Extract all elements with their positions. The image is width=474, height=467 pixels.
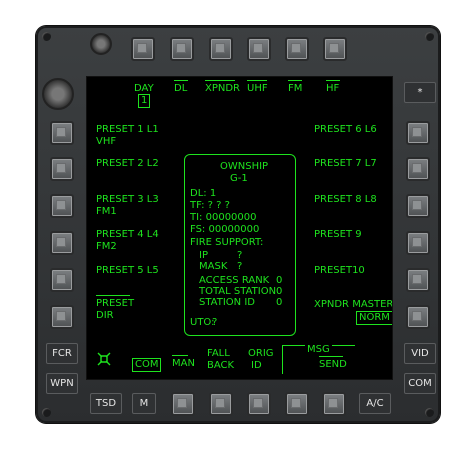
- preset-8-label[interactable]: PRESET 8 L8: [314, 194, 377, 206]
- send-label[interactable]: SEND: [319, 359, 347, 371]
- com-mode-badge[interactable]: COM: [132, 358, 162, 372]
- osb-b1[interactable]: [171, 392, 195, 416]
- preset-10-label[interactable]: PRESET10: [314, 265, 365, 277]
- osb-b5[interactable]: [322, 392, 346, 416]
- msg-label: MSG: [305, 344, 332, 356]
- osb-l3[interactable]: [50, 194, 74, 218]
- hf-label[interactable]: HF: [326, 83, 339, 95]
- brightness-knob[interactable]: [42, 78, 74, 110]
- xpndr-arrow-icon: [205, 80, 235, 81]
- ac-button[interactable]: A/C: [359, 393, 391, 414]
- preset-1-band: VHF: [96, 136, 117, 147]
- ownship-panel: OWNSHIP G-1 DL: 1 TF: ? ? ? TI: 00000000…: [184, 154, 296, 336]
- wpn-button[interactable]: WPN: [46, 373, 78, 394]
- osb-r4[interactable]: [406, 231, 430, 255]
- screw: [42, 32, 51, 41]
- screw: [425, 408, 434, 417]
- osb-t5[interactable]: [285, 37, 309, 61]
- uto-label: UTO:: [190, 317, 215, 328]
- man-arrow-icon: [172, 355, 188, 356]
- fire-support-label: FIRE SUPPORT:: [190, 237, 264, 248]
- preset-3-band: FM1: [96, 206, 117, 217]
- m-button[interactable]: M: [132, 393, 156, 414]
- preset-5-label[interactable]: PRESET 5 L5: [96, 265, 159, 277]
- osb-b2[interactable]: [209, 392, 233, 416]
- preset-dir-arrow-icon: [96, 295, 130, 296]
- crosshair-icon[interactable]: [96, 351, 112, 367]
- screw: [425, 32, 434, 41]
- xpndr-mode-badge: NORM: [356, 311, 392, 325]
- uhf-arrow-icon: [247, 80, 267, 81]
- osb-r3[interactable]: [406, 194, 430, 218]
- preset-4-band: FM2: [96, 241, 117, 252]
- osb-t6[interactable]: [323, 37, 347, 61]
- mask-label: MASK: [199, 261, 228, 272]
- vid-button[interactable]: VID: [404, 343, 436, 364]
- ownship-tf: TF: ? ? ?: [190, 200, 230, 211]
- ownship-title: OWNSHIP: [220, 161, 269, 172]
- osb-t2[interactable]: [170, 37, 194, 61]
- preset-dir-label[interactable]: PRESET: [96, 298, 134, 310]
- osb-l4[interactable]: [50, 231, 74, 255]
- osb-r1[interactable]: [406, 121, 430, 145]
- ownship-dl: DL: 1: [190, 188, 217, 199]
- hf-arrow-icon: [326, 80, 340, 81]
- fallback-label-1[interactable]: FALL: [207, 348, 230, 360]
- osb-l2[interactable]: [50, 157, 74, 181]
- preset-4-label[interactable]: PRESET 4 L4: [96, 229, 159, 241]
- fcr-button[interactable]: FCR: [46, 343, 78, 364]
- fallback-label-2[interactable]: BACK: [207, 360, 234, 372]
- fm-label[interactable]: FM: [288, 83, 302, 95]
- osb-l5[interactable]: [50, 268, 74, 292]
- station-id-value: 0: [276, 297, 283, 308]
- tsd-button[interactable]: TSD: [90, 393, 122, 414]
- station-id-label: STATION ID: [199, 297, 255, 308]
- osb-t4[interactable]: [247, 37, 271, 61]
- preset-3-label[interactable]: PRESET 3 L3: [96, 194, 159, 206]
- osb-r6[interactable]: [406, 305, 430, 329]
- power-knob[interactable]: [90, 33, 112, 55]
- screw: [42, 408, 51, 417]
- ownship-fs: FS: 00000000: [190, 224, 260, 235]
- preset-1-label[interactable]: PRESET 1 L1: [96, 124, 159, 136]
- preset-2-label[interactable]: PRESET 2 L2: [96, 158, 159, 170]
- orig-id-label-2[interactable]: ID: [251, 360, 262, 372]
- osb-t3[interactable]: [209, 37, 233, 61]
- osb-b3[interactable]: [247, 392, 271, 416]
- xpndr-label[interactable]: XPNDR: [205, 83, 240, 95]
- osb-t1[interactable]: [131, 37, 155, 61]
- preset-7-label[interactable]: PRESET 7 L7: [314, 158, 377, 170]
- dl-arrow-icon: [174, 80, 188, 81]
- ownship-callsign: G-1: [230, 173, 248, 184]
- xpndr-master-label[interactable]: XPNDR MASTER: [314, 299, 392, 311]
- preset-6-label[interactable]: PRESET 6 L6: [314, 124, 377, 136]
- mfd-screen: DAY 1 DL XPNDR UHF FM HF PRESET 1 L1 VHF…: [86, 76, 393, 380]
- preset-9-label[interactable]: PRESET 9: [314, 229, 362, 241]
- osb-r2[interactable]: [406, 157, 430, 181]
- send-arrow-icon: [319, 356, 343, 357]
- osb-r5[interactable]: [406, 268, 430, 292]
- day-value: 1: [138, 94, 151, 108]
- dl-label[interactable]: DL: [174, 83, 187, 95]
- orig-id-label-1[interactable]: ORIG: [248, 348, 274, 360]
- mask-value: ?: [237, 261, 243, 272]
- star-button[interactable]: *: [404, 82, 436, 103]
- com-button[interactable]: COM: [404, 373, 436, 394]
- osb-l6[interactable]: [50, 305, 74, 329]
- preset-dir-sub: DIR: [96, 310, 114, 321]
- ownship-ti: TI: 00000000: [190, 212, 257, 223]
- osb-l1[interactable]: [50, 121, 74, 145]
- uto-value: ?: [212, 317, 218, 328]
- man-label[interactable]: MAN: [172, 358, 195, 370]
- osb-b4[interactable]: [285, 392, 309, 416]
- uhf-label[interactable]: UHF: [247, 83, 268, 95]
- fm-arrow-icon: [288, 80, 302, 81]
